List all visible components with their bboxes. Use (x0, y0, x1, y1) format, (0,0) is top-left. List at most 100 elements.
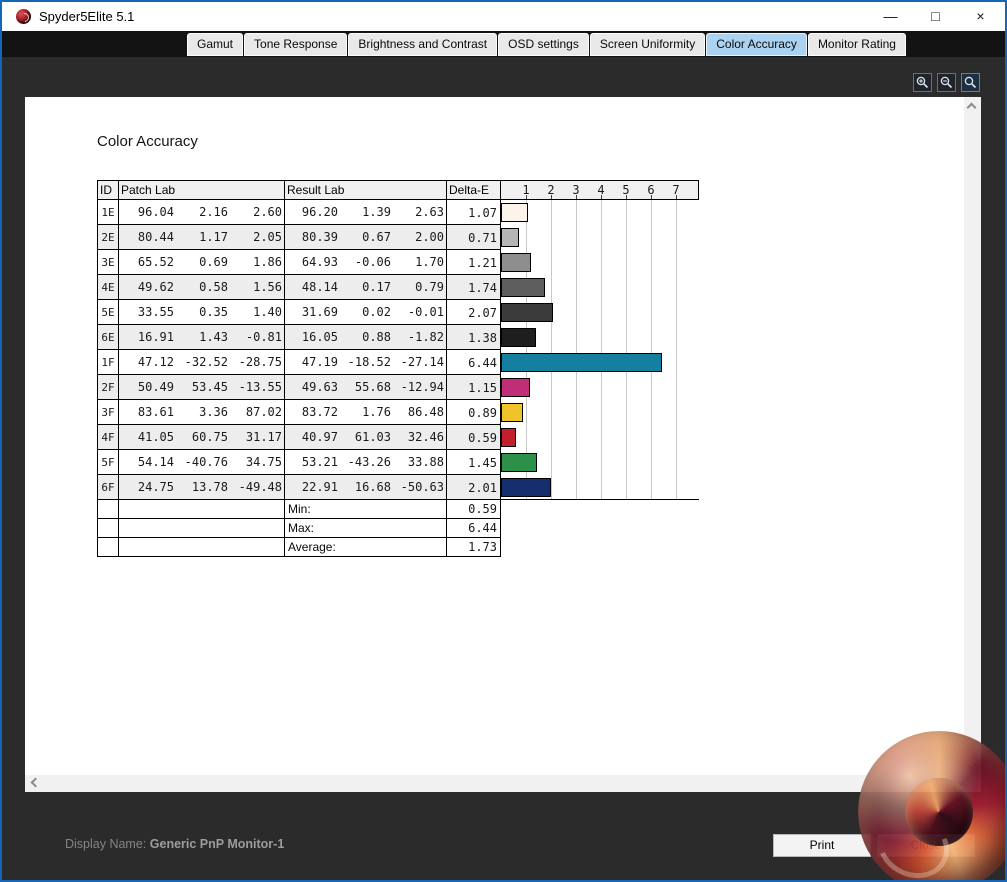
tab-screen-uniformity[interactable]: Screen Uniformity (589, 33, 706, 56)
delta-e-bar (501, 378, 530, 397)
cell-patch-lab: 49.62 0.58 1.56 (119, 275, 285, 300)
cell-delta-e: 1.07 (447, 200, 501, 225)
lab-value: 0.58 (199, 280, 228, 294)
tab-gamut[interactable]: Gamut (187, 33, 244, 56)
lab-value: 0.35 (199, 305, 228, 319)
print-button[interactable]: Print (773, 834, 871, 857)
cell-id: 5E (98, 300, 119, 325)
cell-delta-e: 0.89 (447, 400, 501, 425)
lab-value: 0.02 (362, 305, 391, 319)
cell-empty (98, 500, 119, 519)
lab-value: -28.75 (238, 355, 282, 369)
lab-value: 16.05 (301, 330, 338, 344)
result-values: 48.14 0.17 0.79 (285, 275, 446, 299)
tab-brightness-and-contrast[interactable]: Brightness and Contrast (348, 33, 498, 56)
cell-patch-lab: 33.55 0.35 1.40 (119, 300, 285, 325)
zoom-out-button[interactable] (937, 73, 956, 92)
id-value: 4F (101, 431, 115, 444)
lab-value: 2.60 (253, 205, 282, 219)
summary-value: 0.59 (468, 502, 497, 516)
tab-color-accuracy[interactable]: Color Accuracy (706, 33, 807, 56)
patch-values: 24.75 13.78 -49.48 (119, 475, 284, 499)
delta-e-bar (501, 428, 516, 447)
delta-e-value: 1.21 (468, 256, 497, 270)
chart-gridline (601, 200, 602, 499)
lab-value: 1.86 (253, 255, 282, 269)
cell-result-lab: 49.63 55.68 -12.94 (285, 375, 447, 400)
patch-values: 16.91 1.43 -0.81 (119, 325, 284, 349)
cell-delta-e: 2.07 (447, 300, 501, 325)
result-values: 80.39 0.67 2.00 (285, 225, 446, 249)
cell-result-lab: 16.05 0.88 -1.82 (285, 325, 447, 350)
lab-value: 65.52 (137, 255, 174, 269)
display-name-label: Display Name: (65, 837, 147, 851)
axis-tick-mark (626, 195, 627, 199)
lab-value: 1.17 (199, 230, 228, 244)
cell-result-lab: 40.97 61.03 32.46 (285, 425, 447, 450)
cell-id: 5F (98, 450, 119, 475)
lab-value: 1.76 (362, 405, 391, 419)
result-values: 40.97 61.03 32.46 (285, 425, 446, 449)
axis-tick-mark (576, 195, 577, 199)
close-window-button[interactable]: × (958, 2, 1003, 31)
maximize-button[interactable]: □ (913, 2, 958, 31)
delta-e-value: 1.45 (468, 456, 497, 470)
horizontal-scrollbar[interactable] (25, 775, 981, 792)
cell-result-lab: 31.69 0.02 -0.01 (285, 300, 447, 325)
cell-patch-lab: 24.75 13.78 -49.48 (119, 475, 285, 500)
patch-values: 33.55 0.35 1.40 (119, 300, 284, 324)
table-row: 6E 16.91 1.43 -0.81 16.05 0.88 -1.82 1.38 (98, 325, 501, 350)
zoom-out-icon (940, 76, 953, 89)
minimize-button[interactable]: — (868, 2, 913, 31)
delta-e-value: 1.07 (468, 206, 497, 220)
lab-value: 40.97 (301, 430, 338, 444)
cell-id: 3E (98, 250, 119, 275)
tab-monitor-rating[interactable]: Monitor Rating (807, 33, 906, 56)
result-values: 64.93 -0.06 1.70 (285, 250, 446, 274)
delta-e-bar (501, 278, 545, 297)
lab-value: 0.67 (362, 230, 391, 244)
lab-value: 96.20 (301, 205, 338, 219)
delta-e-bar (501, 228, 519, 247)
patch-values: 50.49 53.45 -13.55 (119, 375, 284, 399)
lab-value: 49.63 (301, 380, 338, 394)
id-value: 4E (101, 281, 115, 294)
cell-summary-label: Average: (285, 538, 447, 557)
cell-id: 1F (98, 350, 119, 375)
lab-value: 1.70 (415, 255, 444, 269)
delta-e-value: 0.89 (468, 406, 497, 420)
chart-gridline (626, 200, 627, 499)
tab-tone-response[interactable]: Tone Response (244, 33, 348, 56)
table-row: 3E 65.52 0.69 1.86 64.93 -0.06 1.70 1.21 (98, 250, 501, 275)
id-value: 6E (101, 331, 115, 344)
cell-result-lab: 83.72 1.76 86.48 (285, 400, 447, 425)
cell-result-lab: 47.19 -18.52 -27.14 (285, 350, 447, 375)
summary-value: 6.44 (468, 521, 497, 535)
id-value: 5E (101, 306, 115, 319)
cell-id: 6F (98, 475, 119, 500)
delta-e-chart: 1234567 (501, 180, 699, 500)
lab-value: 86.48 (407, 405, 444, 419)
lab-value: 47.19 (301, 355, 338, 369)
lab-value: 53.45 (191, 380, 228, 394)
scroll-up-icon[interactable] (966, 102, 977, 113)
lab-value: 61.03 (354, 430, 391, 444)
delta-e-value: 2.07 (468, 306, 497, 320)
display-name-value: Generic PnP Monitor-1 (149, 837, 285, 851)
lab-value: 83.61 (137, 405, 174, 419)
magnifier-button[interactable] (961, 73, 980, 92)
lab-value: 24.75 (137, 480, 174, 494)
summary-row: Average: 1.73 (98, 538, 501, 557)
summary-row: Max: 6.44 (98, 519, 501, 538)
scroll-left-icon[interactable] (30, 777, 41, 788)
lab-value: -13.55 (238, 380, 282, 394)
zoom-toolbar (913, 73, 980, 92)
tab-osd-settings[interactable]: OSD settings (498, 33, 589, 56)
vertical-scrollbar[interactable] (964, 97, 981, 775)
tab-strip: Gamut Tone Response Brightness and Contras… (2, 31, 1005, 57)
zoom-in-button[interactable] (913, 73, 932, 92)
display-name-text: Display Name: Generic PnP Monitor-1 (65, 837, 284, 851)
lab-value: -49.48 (238, 480, 282, 494)
lab-value: 2.16 (199, 205, 228, 219)
patch-values: 65.52 0.69 1.86 (119, 250, 284, 274)
